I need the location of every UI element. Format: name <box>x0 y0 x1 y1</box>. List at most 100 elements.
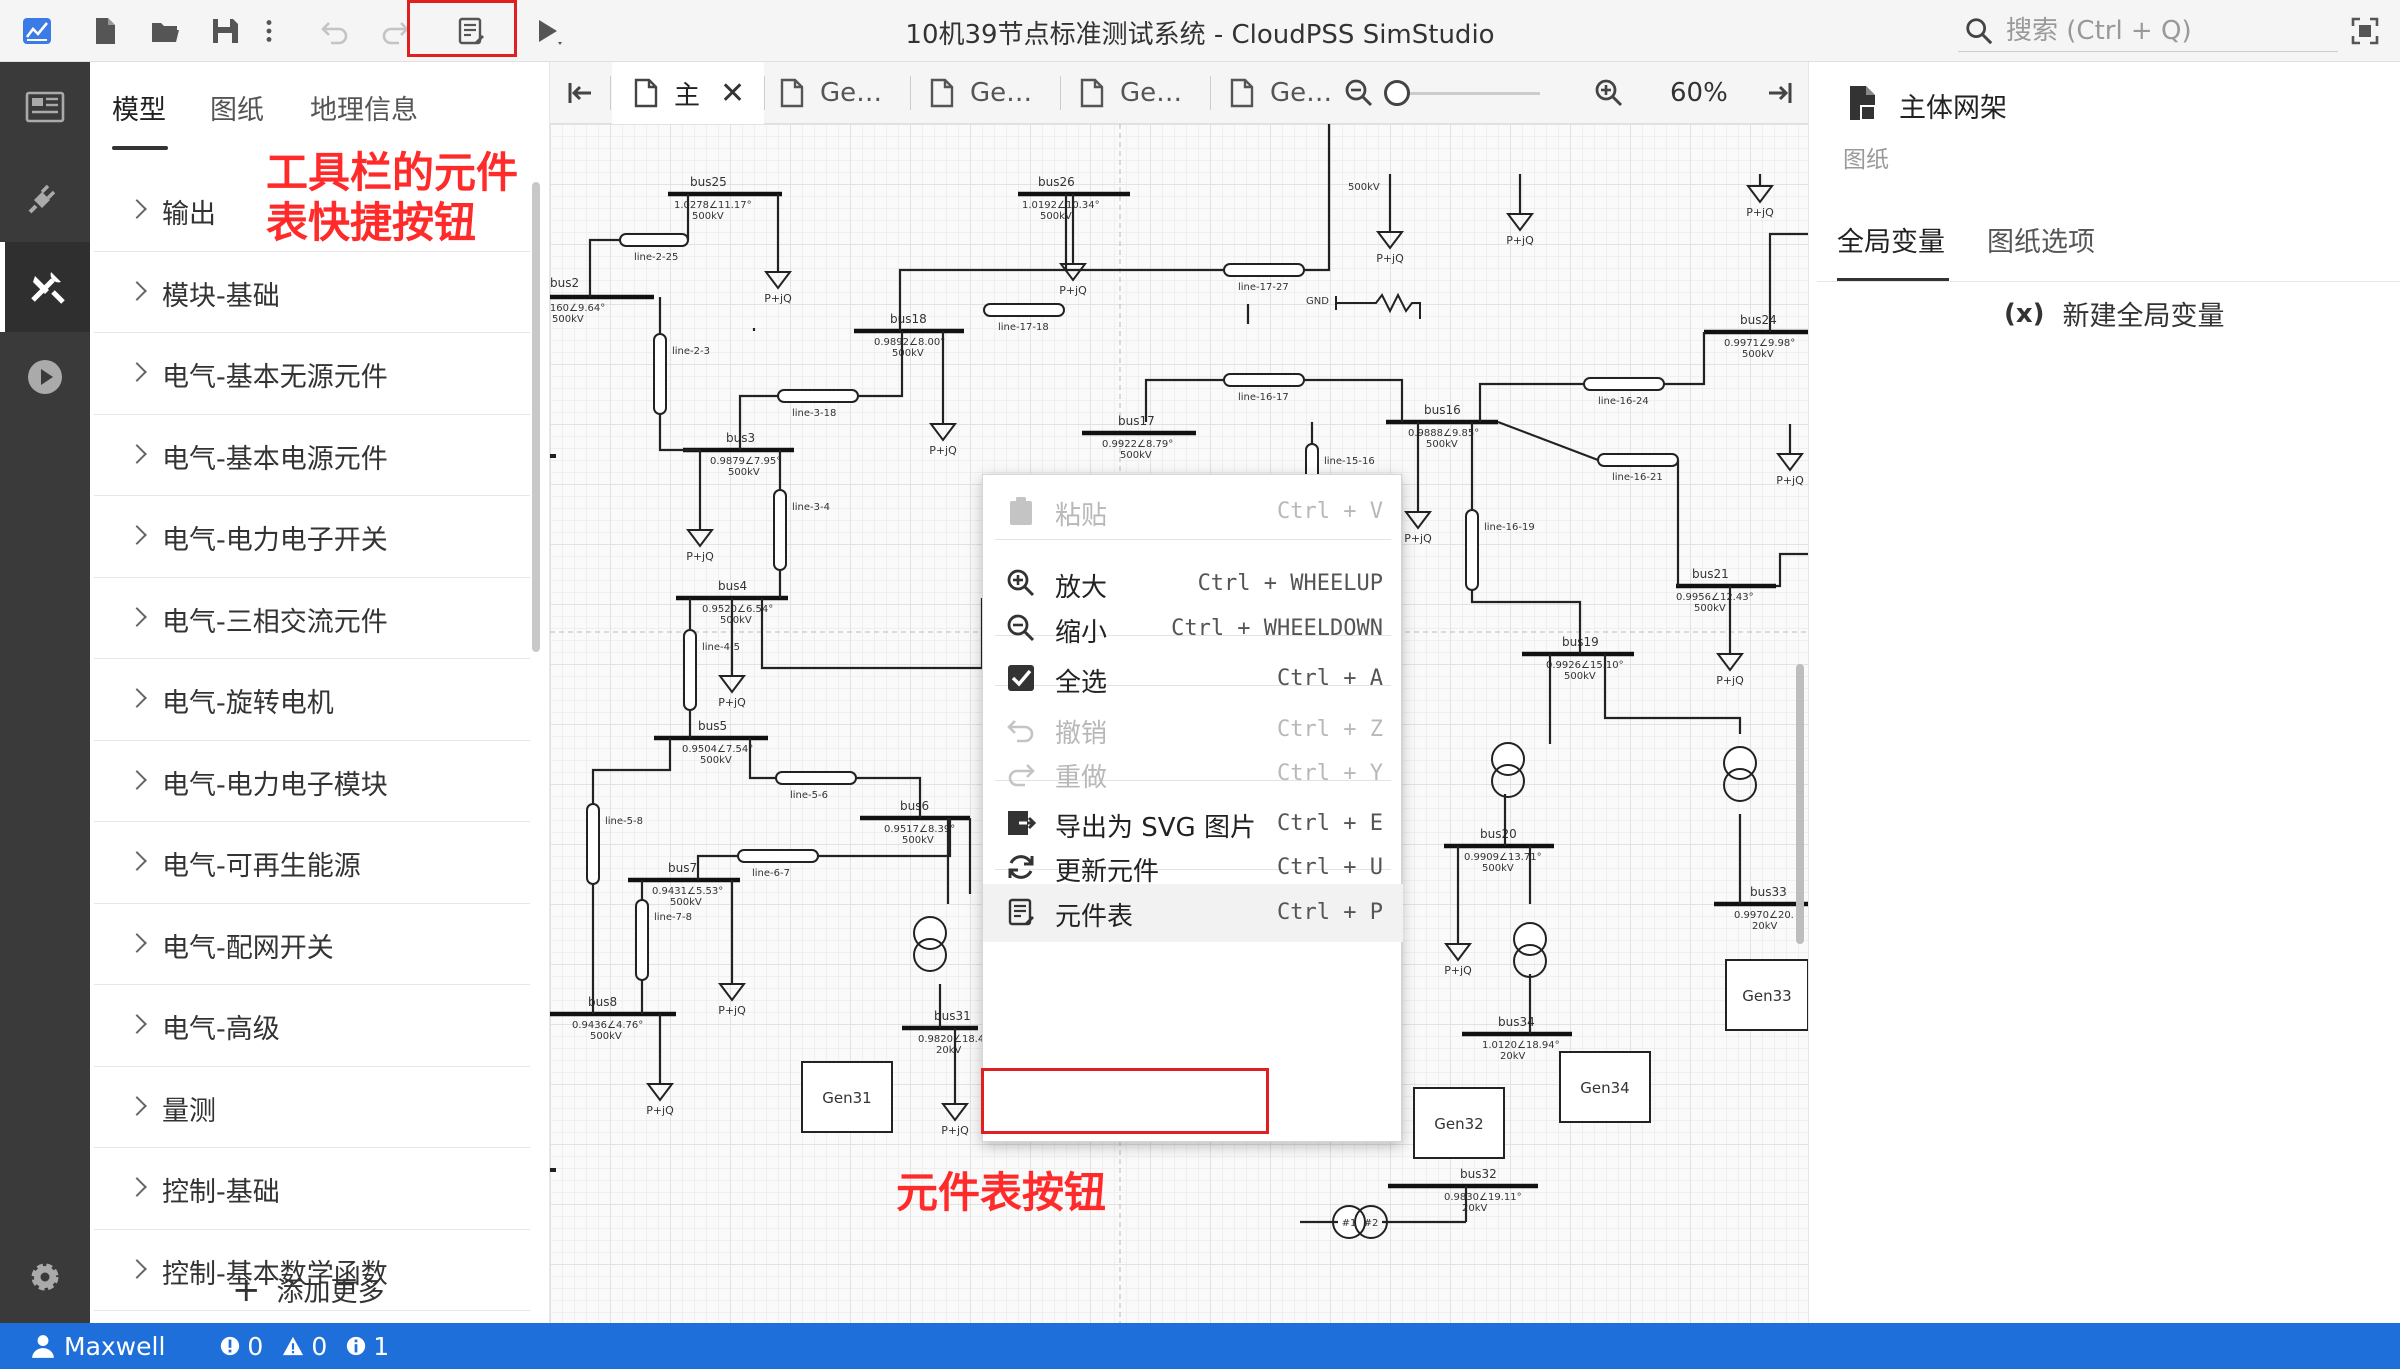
line-label: line-5-8 <box>605 816 643 827</box>
load-symbol <box>764 271 792 290</box>
zoom-slider[interactable] <box>1384 80 1540 106</box>
bus-kv: 500kV <box>1482 863 1514 874</box>
bus-kv: 500kV <box>720 615 752 626</box>
line-label: line-17-27 <box>1238 282 1289 293</box>
search-box[interactable] <box>1958 10 2338 52</box>
search-input[interactable] <box>2006 15 2306 46</box>
warning-count[interactable]: 0 <box>281 1332 327 1361</box>
category-item[interactable]: 电气-基本电源元件 <box>94 415 530 496</box>
warning-icon <box>283 1336 304 1356</box>
category-label: 电气-高级 <box>162 1014 280 1045</box>
user-icon <box>32 1335 54 1358</box>
edge-marker <box>550 1168 556 1172</box>
menu-item-label: 缩小 <box>1055 618 1108 648</box>
category-item[interactable]: 电气-基本无源元件 <box>94 333 530 415</box>
category-label: 电气-电力电子模块 <box>162 769 388 801</box>
refresh-icon <box>1008 855 1034 879</box>
collapse-right-icon[interactable] <box>1760 74 1798 112</box>
line-element <box>635 899 649 981</box>
bus-voltage: 0.9820∠18.4 <box>918 1034 984 1045</box>
transformer-label: #2 <box>1364 1218 1379 1229</box>
chevron-right-icon <box>127 525 147 545</box>
new-file-icon[interactable] <box>86 12 124 50</box>
tab-gen-3-label: Ge… <box>1120 78 1183 108</box>
line-element <box>1465 509 1479 591</box>
add-more-button[interactable]: + 添加更多 <box>232 1270 385 1309</box>
toolbar-annotation: 工具栏的元件 表快捷按钮 <box>266 148 518 249</box>
category-item[interactable]: 电气-旋转电机 <box>94 659 530 741</box>
line-label: line-16-19 <box>1484 522 1535 533</box>
category-item[interactable]: 模块-基础 <box>94 252 530 333</box>
error-count[interactable]: 0 <box>219 1332 263 1361</box>
menu-item[interactable]: 粘贴 Ctrl + V <box>983 483 1403 541</box>
tab-geo-info[interactable]: 地理信息 <box>310 88 418 127</box>
wire <box>588 238 620 297</box>
settings-gear-icon[interactable] <box>0 1232 90 1322</box>
tab-global-vars[interactable]: 全局变量 <box>1837 220 1945 259</box>
wire <box>1304 378 1404 422</box>
category-item[interactable]: 电气-配网开关 <box>94 904 530 985</box>
tab-gen-3[interactable]: Ge… <box>1078 62 1182 124</box>
bus-voltage: 1.0192∠10.34° <box>1022 200 1100 211</box>
load-symbol <box>718 675 746 694</box>
zoom-out-icon[interactable] <box>1340 74 1378 112</box>
bus-kv: 500kV <box>552 314 584 325</box>
model-panel-scrollbar[interactable] <box>532 182 540 652</box>
tab-main[interactable]: 主 ✕ <box>612 62 764 124</box>
tab-gen-1[interactable]: Ge… <box>778 62 882 124</box>
category-item[interactable]: 控制-基础 <box>94 1148 530 1230</box>
undo-icon[interactable] <box>316 12 354 50</box>
run-icon[interactable] <box>528 12 566 50</box>
document-icon <box>930 78 954 108</box>
line-label: line-4-5 <box>702 642 740 653</box>
tab-gen-2[interactable]: Ge… <box>928 62 1032 124</box>
tab-model[interactable]: 模型 <box>112 88 166 127</box>
category-item[interactable]: 电气-电力电子模块 <box>94 741 530 822</box>
line-label: line-2-25 <box>634 252 678 263</box>
load-label: P+jQ <box>1776 474 1804 487</box>
load-symbol <box>1404 511 1432 530</box>
paste-icon <box>1010 497 1032 525</box>
category-item[interactable]: 电气-三相交流元件 <box>94 578 530 659</box>
close-icon[interactable]: ✕ <box>720 76 745 111</box>
bus-voltage: 0.9971∠9.98° <box>1724 338 1795 349</box>
user-account[interactable]: Maxwell <box>30 1332 165 1361</box>
chevron-right-icon <box>127 1177 147 1197</box>
menu-item-shortcut: Ctrl + WHEELDOWN <box>1171 616 1383 641</box>
resistor-symbol <box>1336 292 1421 319</box>
wire <box>1304 124 1331 272</box>
open-folder-icon[interactable] <box>146 12 184 50</box>
menu-item[interactable]: 全选 Ctrl + A <box>983 650 1403 708</box>
line-label: line-16-17 <box>1238 392 1289 403</box>
menu-item[interactable]: 元件表 Ctrl + P <box>983 884 1403 942</box>
user-name: Maxwell <box>64 1331 166 1361</box>
info-count[interactable]: 1 <box>345 1332 389 1361</box>
category-item[interactable]: 量测 <box>94 1067 530 1148</box>
category-item[interactable]: 电气-电力电子开关 <box>94 496 530 578</box>
overview-icon[interactable] <box>0 62 90 152</box>
document-icon <box>780 78 804 108</box>
context-menu: 粘贴 Ctrl + V 放大 Ctrl + WHEELUP 缩小 Ctrl + WHEEL… <box>982 474 1403 1142</box>
category-item[interactable]: 电气-高级 <box>94 985 530 1067</box>
model-edit-icon[interactable] <box>0 242 90 332</box>
chevron-right-icon <box>127 606 147 627</box>
tab-drawing-options[interactable]: 图纸选项 <box>1987 220 2095 259</box>
zoom-in-icon[interactable] <box>1590 74 1628 112</box>
transformer-label: #1 <box>1342 1218 1357 1229</box>
line-label: line-16-21 <box>1612 472 1663 483</box>
load-symbol <box>646 1083 674 1102</box>
canvas-vertical-scrollbar[interactable] <box>1796 664 1804 944</box>
category-item[interactable]: 电气-可再生能源 <box>94 822 530 904</box>
tab-gen-4[interactable]: Ge… <box>1228 62 1332 124</box>
collapse-left-icon[interactable] <box>562 74 600 112</box>
simulation-run-icon[interactable] <box>0 332 90 422</box>
app-logo-icon[interactable] <box>18 12 56 50</box>
new-global-var-button[interactable]: (x) 新建全局变量 <box>2004 294 2225 333</box>
plugin-icon[interactable] <box>0 152 90 242</box>
save-icon[interactable] <box>206 12 244 50</box>
fullscreen-icon[interactable] <box>2346 12 2384 50</box>
chevron-right-icon <box>127 1014 147 1034</box>
more-vert-icon[interactable] <box>254 12 284 50</box>
zoom-slider-handle[interactable] <box>1384 80 1410 106</box>
tab-drawing[interactable]: 图纸 <box>210 88 264 127</box>
